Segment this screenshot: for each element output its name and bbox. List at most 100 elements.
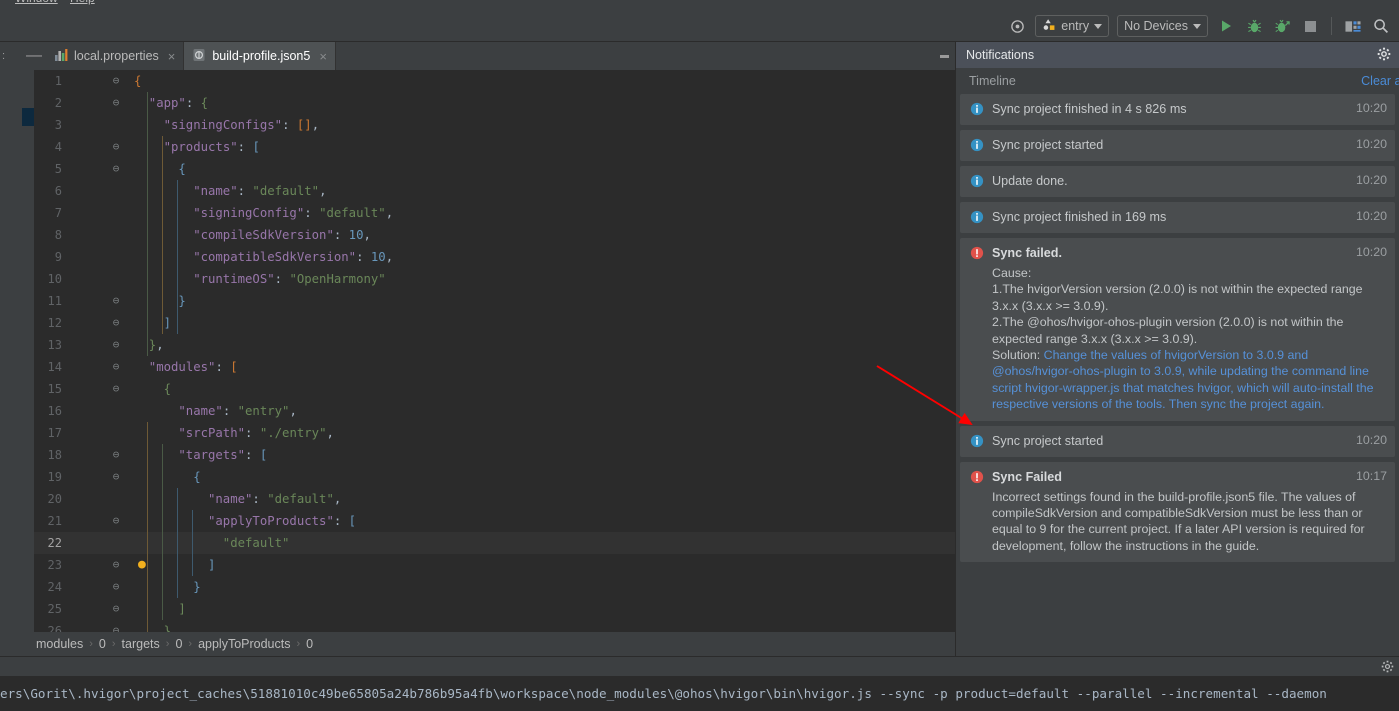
breadcrumb-separator: › [188,638,193,650]
breadcrumb-item[interactable]: targets [122,637,160,651]
gear-icon[interactable] [1377,47,1391,64]
breadcrumb-item[interactable]: modules [36,637,83,651]
code-line[interactable]: 5 ⊖ { [34,158,955,180]
editor-options-icon[interactable] [933,42,955,70]
fold-toggle-icon[interactable]: ⊖ [110,70,122,92]
code-line[interactable]: 9 "compatibleSdkVersion": 10, [34,246,955,268]
code-line[interactable]: 2 ⊖ "app": { [34,92,955,114]
notifications-list[interactable]: Sync project finished in 4 s 826 ms 10:20… [956,94,1399,674]
breadcrumb[interactable]: modules › 0 › targets › 0 › applyToProducts › 0 [22,632,955,656]
tabbar-spacer [336,42,933,70]
line-number: 18 [47,448,62,462]
fold-toggle-icon[interactable]: ⊖ [110,334,122,356]
fold-toggle-icon[interactable]: ⊖ [110,554,122,576]
code-line[interactable]: 24 ⊖} [34,576,955,598]
code-line[interactable]: 25 ⊖] [34,598,955,620]
hide-tabs-button[interactable]: — [22,42,46,70]
menu-item-window[interactable]: Window [15,0,58,5]
breadcrumb-item[interactable]: 0 [175,637,182,651]
code-line[interactable]: 7 "signingConfig": "default", [34,202,955,224]
breadcrumb-item[interactable]: 0 [306,637,313,651]
notification-item[interactable]: Sync project started 10:20 [960,425,1395,457]
notification-item[interactable]: Sync project started 10:20 [960,130,1395,161]
close-icon[interactable]: × [168,49,176,64]
code-text: "name": "default", [193,184,327,198]
code-line[interactable]: 18 ⊖ "targets": [ [34,444,955,466]
notification-header-row: Sync project finished in 169 ms 10:20 [970,209,1387,225]
code-content[interactable]: 1 ⊖ {2 ⊖ "app": {3 "signingConfigs": [], 4 ⊖ "pr… [34,70,955,632]
fold-toggle-icon[interactable]: ⊖ [110,312,122,334]
code-line[interactable]: 22 "default" [34,532,955,554]
code-line[interactable]: 11 ⊖} [34,290,955,312]
clear-all-link[interactable]: Clear all [1361,74,1399,88]
info-icon [970,138,984,152]
code-line[interactable]: 17 "srcPath": "./entry", [34,422,955,444]
debug-button[interactable] [1244,16,1264,36]
fold-toggle-icon[interactable]: ⊖ [110,290,122,312]
code-line[interactable]: 23 ⊖ ●] [34,554,955,576]
breadcrumb-separator: › [165,638,170,650]
fold-toggle-icon[interactable]: ⊖ [110,158,122,180]
settings-gear-icon[interactable] [1381,660,1394,676]
fold-toggle-icon[interactable]: ⊖ [110,598,122,620]
chevron-down-icon [1094,23,1103,29]
editor-tab-build-profile[interactable]: build-profile.json5 × [184,42,336,70]
profile-button[interactable] [1272,16,1292,36]
code-line[interactable]: 15 ⊖ { [34,378,955,400]
code-line[interactable]: 1 ⊖ { [34,70,955,92]
notification-body: Incorrect settings found in the build-pr… [992,489,1365,553]
stop-button[interactable] [1300,16,1320,36]
code-line[interactable]: 26 ⊖} [34,620,955,632]
fold-toggle-icon[interactable]: ⊖ [110,444,122,466]
notification-body: Cause: 1.The hvigorVersion version (2.0.… [992,266,1374,412]
code-line[interactable]: 14 ⊖ "modules": [ [34,356,955,378]
run-button[interactable] [1216,16,1236,36]
fold-toggle-icon[interactable]: ⊖ [110,136,122,158]
line-number: 6 [54,184,62,198]
code-line[interactable]: 13 ⊖}, [34,334,955,356]
code-editor[interactable]: 1 ⊖ {2 ⊖ "app": {3 "signingConfigs": [], 4 ⊖ "pr… [22,70,955,632]
run-configuration-selector[interactable]: entry [1035,15,1110,37]
fold-toggle-icon[interactable]: ⊖ [110,378,122,400]
device-manager-icon[interactable] [1343,16,1363,36]
editor-tab-local-properties[interactable]: local.properties × [46,42,185,70]
breadcrumb-separator: › [89,638,93,650]
notification-item[interactable]: Update done. 10:20 [960,166,1395,197]
code-line[interactable]: 16 "name": "entry", [34,400,955,422]
code-text: "modules": [ [148,360,238,374]
notification-item[interactable]: Sync project finished in 169 ms 10:20 [960,202,1395,233]
notification-item[interactable]: Sync Failed 10:17 Incorrect settings found… [960,461,1395,563]
code-line[interactable]: 20 "name": "default", [34,488,955,510]
timeline-label: Timeline [969,74,1016,88]
code-line[interactable]: 6 "name": "default", [34,180,955,202]
code-line[interactable]: 3 "signingConfigs": [], [34,114,955,136]
code-line[interactable]: 12 ⊖] [34,312,955,334]
target-icon[interactable] [1007,16,1027,36]
code-line[interactable]: 10 "runtimeOS": "OpenHarmony" [34,268,955,290]
search-icon[interactable] [1371,16,1391,36]
gutter-highlight-marker [22,108,34,126]
line-number: 10 [47,272,62,286]
terminal-output[interactable]: ers\Gorit\.hvigor\project_caches\5188101… [0,676,1399,711]
fold-toggle-icon[interactable]: ⊖ [110,510,122,532]
notification-solution-link[interactable]: Change the values of hvigorVersion to 3.… [992,348,1374,411]
code-line[interactable]: 4 ⊖ "products": [ [34,136,955,158]
fold-toggle-icon[interactable]: ⊖ [110,356,122,378]
code-text: "signingConfig": "default", [193,206,394,220]
notification-item[interactable]: Sync project finished in 4 s 826 ms 10:20 [960,94,1395,125]
fold-toggle-icon[interactable]: ⊖ [110,620,122,632]
breadcrumb-item[interactable]: 0 [99,637,106,651]
code-line[interactable]: 8 "compileSdkVersion": 10, [34,224,955,246]
breadcrumb-item[interactable]: applyToProducts [198,637,290,651]
device-selector[interactable]: No Devices [1117,15,1208,37]
code-line[interactable]: 19 ⊖ { [34,466,955,488]
fold-toggle-icon[interactable]: ⊖ [110,576,122,598]
notification-item[interactable]: Sync failed. 10:20 Cause: 1.The hvigorVers… [960,238,1395,421]
fold-toggle-icon[interactable]: ⊖ [110,466,122,488]
close-icon[interactable]: × [319,49,327,64]
fold-toggle-icon[interactable]: ⊖ [110,92,122,114]
properties-file-icon [54,48,68,65]
intention-bulb-icon[interactable]: ● [138,554,146,576]
menu-item-help[interactable]: Help [70,0,95,5]
code-line[interactable]: 21 ⊖ "applyToProducts": [ [34,510,955,532]
